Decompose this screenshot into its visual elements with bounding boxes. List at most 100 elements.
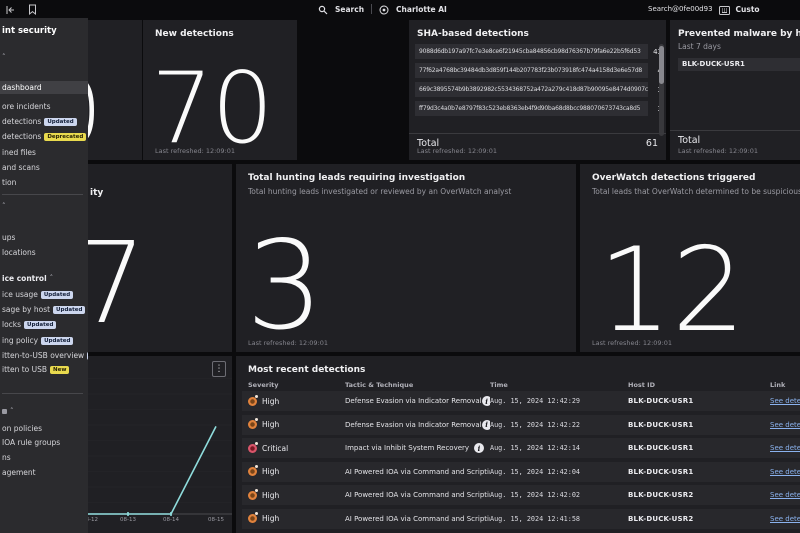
sidebar-item-detections-updated[interactable]: detectionsUpdated [0,115,88,128]
hunting-leads-card[interactable]: Total hunting leads requiring investigat… [236,164,576,352]
tactic-label: AI Powered IOA via Command and Scripting… [345,515,490,523]
host-id: BLK-DUCK-USR1 [628,444,770,452]
see-detection-link[interactable]: See detection [770,515,800,523]
sidebar-item-ioa-rule-groups[interactable]: IOA rule groups [0,436,88,449]
section-collapse[interactable]: ˄ [0,51,88,64]
charlotte-ai-icon[interactable] [379,0,389,19]
new-badge: New [50,366,69,374]
high-severity-icon [248,420,257,429]
updated-badge: Updated [41,337,73,345]
sidebar-item-groups[interactable]: ups [0,231,88,244]
sidebar-item-blocks[interactable]: locksUpdated [0,318,88,331]
new-detections-card[interactable]: New detections 70 Last refreshed: 12:09:… [143,20,297,160]
host-row[interactable]: BLK-DUCK-USR1 [678,58,800,71]
see-detection-link[interactable]: See detection [770,468,800,476]
tactic-label: Impact via Inhibit System Recovery [345,444,469,452]
table-row[interactable]: High AI Powered IOA via Command and Scri… [242,485,800,505]
prevented-malware-card[interactable]: Prevented malware by host Last 7 days BL… [670,20,800,160]
severity-label: High [262,420,279,429]
col-time[interactable]: Time [490,381,628,389]
bookmark-icon[interactable] [28,0,37,19]
sidebar-item-scans[interactable]: and scans [0,161,88,174]
table-row[interactable]: High AI Powered IOA via Command and Scri… [242,509,800,529]
sidebar-item-usb-overview[interactable]: itten-to-USB overviewUpdated [0,349,88,362]
high-severity-icon [248,514,257,523]
sha-row[interactable]: 9088d6db197a97fc7e3e8ce6f21945cba84856cb… [415,44,662,59]
severity-label: Critical [262,444,288,453]
high-severity-icon [248,491,257,500]
sha-detections-card[interactable]: SHA-based detections 9088d6db197a97fc7e3… [409,20,666,160]
sidebar-item-policy[interactable]: ing policyUpdated [0,334,88,347]
scrollbar[interactable] [659,44,664,136]
new-detections-value: 70 [151,70,272,148]
see-detection-link[interactable]: See detection [770,421,800,429]
table-row[interactable]: High AI Powered IOA via Command and Scri… [242,462,800,482]
sidebar-item-usb[interactable]: itten to USBNew [0,363,88,376]
sha-row[interactable]: ff79d3c4a0b7e8797f83c523eb8363eb4f9d90ba… [415,101,662,116]
last-refreshed: Last refreshed: 12:09:01 [678,147,758,155]
recent-detections-card: Most recent detections Severity Tactic &… [236,356,800,533]
sidebar-item-detections-deprecated[interactable]: detectionsDeprecated [0,130,88,143]
sidebar-item-quarantined-files[interactable]: ined files [0,146,88,159]
sha-row[interactable]: 669c3895574b9b3892982c5534368752a472a279… [415,82,662,97]
tactic-label: Defense Evasion via Indicator Removal [345,397,482,405]
see-detection-link[interactable]: See detection [770,397,800,405]
table-row[interactable]: Critical Impact via Inhibit System Recov… [242,438,800,458]
table-header: Severity Tactic & Technique Time Host ID… [242,381,800,389]
time-value: Aug. 15, 2024 12:42:14 [490,444,628,452]
see-detection-link[interactable]: See detection [770,444,800,452]
see-detection-link[interactable]: See detection [770,491,800,499]
card-title: New detections [155,29,234,39]
deprecated-badge: Deprecated [44,133,86,141]
col-link[interactable]: Link [770,381,800,389]
card-title: Most recent detections [248,365,365,375]
divider [409,133,666,134]
topbar-truncated-item[interactable]: Custo [736,5,760,14]
sidebar-item-ns[interactable]: ns [0,451,88,464]
charlotte-ai-label[interactable]: Charlotte AI [396,5,447,14]
col-host[interactable]: Host ID [628,381,770,389]
sidebar-item-dashboard[interactable]: dashboard [0,81,88,94]
card-title: Prevented malware by host [678,29,800,39]
col-severity[interactable]: Severity [248,381,345,389]
trend-chart [88,356,232,526]
sha-row[interactable]: 77f62a4768bc39484db3d859f144b207783f23b0… [415,63,662,78]
severity-label: High [262,397,279,406]
table-row[interactable]: High Defense Evasion via Indicator Remov… [242,391,800,411]
info-icon[interactable]: i [474,443,484,453]
info-icon[interactable]: i [482,396,490,406]
search-icon[interactable] [318,0,328,19]
tactic-label: AI Powered IOA via Command and Scripting… [345,468,490,476]
search-label[interactable]: Search [335,5,364,14]
x-tick-label: 08-15 [208,517,224,523]
scrollbar-thumb[interactable] [659,46,664,84]
overwatch-card[interactable]: OverWatch detections triggered Total lea… [580,164,800,352]
col-tactic[interactable]: Tactic & Technique [345,381,490,389]
sidebar-item-device-usage[interactable]: ice usageUpdated [0,288,88,301]
section-collapse[interactable]: ˄ [0,200,88,213]
account-label[interactable]: Search@0fe00d93 [648,5,713,13]
updated-badge: Updated [41,291,73,299]
table-row[interactable]: High Defense Evasion via Indicator Remov… [242,415,800,435]
detections-trend-chart-card[interactable]: ⋮ 08-12 08-13 08-14 08-15 [88,356,232,533]
host-id: BLK-DUCK-USR2 [628,491,770,499]
sidebar-item-tion[interactable]: tion [0,176,88,189]
info-icon[interactable]: i [482,420,490,430]
collapse-sidebar-icon[interactable] [6,0,16,19]
card-title: SHA-based detections [417,29,529,39]
apps-grid-icon[interactable] [719,0,730,19]
card-title: OverWatch detections triggered [592,173,755,183]
last-refreshed: Last refreshed: 12:09:01 [592,339,672,347]
sidebar-item-policies[interactable]: on policies [0,422,88,435]
sidebar-item-usage-by-host[interactable]: sage by hostUpdated [0,303,88,316]
sidebar-section-device-control[interactable]: ice control˄ [0,272,88,285]
x-tick-label: 08-13 [120,517,136,523]
overwatch-value: 12 [598,245,746,338]
host-id: BLK-DUCK-USR2 [628,515,770,523]
sidebar-section-header[interactable]: ˄ [0,405,88,418]
topbar-divider [371,4,372,14]
x-tick-label: 08-12 [88,517,98,523]
sidebar-item-locations[interactable]: locations [0,246,88,259]
sidebar-item-management[interactable]: agement [0,466,88,479]
sidebar-item-incidents[interactable]: ore incidents [0,100,88,113]
